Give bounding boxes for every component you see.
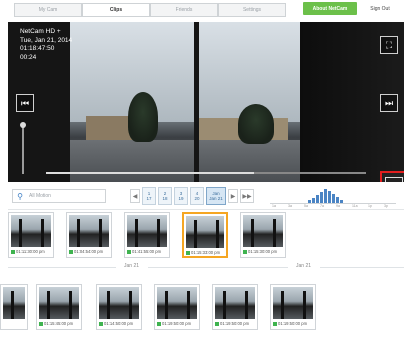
histogram-bar [328,190,331,203]
clip-image [99,287,139,319]
histogram-bar [324,189,327,203]
video-window-frame [194,22,199,182]
motion-indicator-icon [273,321,277,326]
clip-image [243,215,283,247]
next-date-button[interactable]: ▶ [228,189,238,203]
video-tree [238,104,274,144]
previous-date-button[interactable]: ◀ [130,189,140,203]
clip-duration: 00:24 [20,53,37,61]
fullscreen-icon: ⛶ [385,39,393,50]
clip-thumbnail-selected[interactable]: 01:15:33:00 pm [182,212,228,258]
date-chip[interactable]: 4 20 [190,187,204,205]
skip-forward-icon: ⏭ [384,97,394,108]
histogram-label: 7a [320,204,324,208]
clip-thumbnail[interactable]: 01:19:50:00 pm [154,284,200,330]
motion-indicator-icon [99,321,103,326]
playback-progress-fill [46,172,254,174]
tab-clips[interactable]: Clips [82,3,150,17]
volume-slider-handle[interactable] [20,122,26,128]
clip-thumbnail[interactable] [0,284,28,330]
search-icon: ⚲ [17,191,23,201]
histogram-label: 1p [368,204,372,208]
fullscreen-button[interactable]: ⛶ [380,36,398,54]
motion-indicator-icon [157,321,161,326]
skip-forward-icon: ▶▶ [242,193,252,200]
recording-date: Tue, Jan 21, 2014 [20,36,73,44]
motion-indicator-icon [215,321,219,326]
tab-friends[interactable]: Friends [150,3,218,17]
next-clip-button[interactable]: ⏭ [380,94,398,112]
clip-thumbnail[interactable]: 01:41:55:00 pm [124,212,170,258]
timeline-toolbar: ⚲ All Motion ◀ 1 17 2 18 3 19 4 20 Jan J… [8,184,404,210]
camera-name: NetCam HD + [20,28,61,35]
video-player[interactable]: NetCam HD + Tue, Jan 21, 2014 01:18:47:5… [8,22,404,182]
clip-thumbnail[interactable]: 01:19:50:00 pm [270,284,316,330]
about-netcam-button[interactable]: About NetCam [303,2,357,15]
search-placeholder: All Motion [29,193,51,199]
histogram-axis [270,203,396,204]
day-label: Jan 21 [124,263,140,269]
day-divider: Jan 21 Jan 21 [8,262,404,272]
tab-my-cam[interactable]: My Cam [14,3,82,17]
date-chip-selected[interactable]: Jan Jan 21 [206,187,226,205]
clip-image [215,287,255,319]
histogram-label: 9a [336,204,340,208]
clip-image [127,215,167,247]
motion-indicator-icon [186,250,190,255]
video-tree [128,92,158,142]
histogram-label: 3p [384,204,388,208]
clip-thumbnail[interactable]: 01:14:50:00 pm [96,284,142,330]
histogram-bar [332,193,335,203]
recording-time: 01:18:47:50 [20,45,55,52]
volume-slider[interactable] [22,124,24,174]
chevron-left-icon: ◀ [132,193,138,200]
camera-info: NetCam HD + Tue, Jan 21, 2014 01:18:47:5… [20,28,72,62]
clip-thumbnail[interactable]: 01:15:45:00 pm [36,284,82,330]
chevron-right-icon: ▶ [230,193,236,200]
sign-out-link[interactable]: Sign Out [362,2,398,15]
date-chip[interactable]: 1 17 [142,187,156,205]
motion-indicator-icon [243,249,247,254]
tab-settings[interactable]: Settings [218,3,286,17]
clip-image [157,287,197,319]
motion-indicator-icon [39,321,43,326]
previous-clip-button[interactable]: ⏮ [16,94,34,112]
clip-thumbnail[interactable]: 01:15:30:00 pm [240,212,286,258]
clip-image [69,215,109,247]
chevron-down-icon: ▼ [385,177,403,182]
clip-thumbnail[interactable]: 01:04:54:00 pm [66,212,112,258]
clip-image [11,215,51,247]
histogram-label: 11a [352,204,358,208]
histogram-label: 5a [304,204,308,208]
clip-image [273,287,313,319]
clip-image [186,216,224,248]
motion-indicator-icon [69,249,73,254]
expand-clips-button[interactable]: ▼ [380,171,404,182]
video-road [68,140,318,182]
histogram-label: 3a [288,204,292,208]
clip-image [3,287,25,319]
date-chip[interactable]: 2 18 [158,187,172,205]
motion-filter-search[interactable]: ⚲ All Motion [12,189,106,203]
histogram-label: 1a [272,204,276,208]
motion-indicator-icon [127,249,131,254]
clip-thumbnail[interactable]: 01:19:50:00 pm [212,284,258,330]
day-label: Jan 21 [296,263,312,269]
date-chip[interactable]: 3 19 [174,187,188,205]
latest-date-button[interactable]: ▶▶ [240,189,254,203]
playback-progress-bar[interactable] [46,172,366,174]
skip-back-icon: ⏮ [20,97,30,108]
histogram-bar [320,192,323,203]
video-frame [68,22,318,122]
clip-image [39,287,79,319]
clip-thumbnail[interactable]: 01:11:30:00 pm [8,212,54,258]
top-navigation: My Cam Clips Friends Settings About NetC… [0,0,404,20]
histogram-bar [316,195,319,203]
motion-indicator-icon [11,249,15,254]
